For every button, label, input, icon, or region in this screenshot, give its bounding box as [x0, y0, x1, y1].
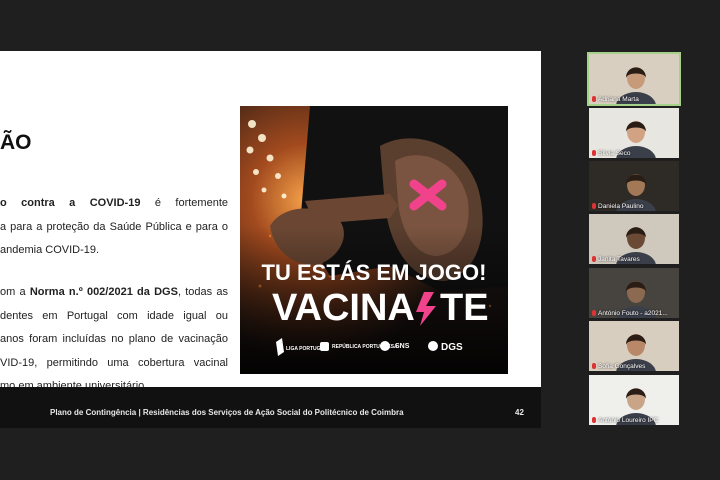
- mic-muted-icon: [592, 256, 596, 262]
- participant-video-tile[interactable]: Adriana Marta: [587, 52, 681, 106]
- slide-footer: Plano de Contingência | Residências dos …: [0, 387, 541, 428]
- participant-name: António Fouto - a2021...: [598, 310, 668, 317]
- participant-name: Janita Tavares: [598, 256, 640, 263]
- participant-video-tile[interactable]: Sílvia Seco: [589, 108, 679, 158]
- poster-headline-line3: TE: [440, 287, 489, 329]
- paragraph-1: o contra a COVID-19 é fortemente a para …: [0, 197, 228, 256]
- participant-video-tile[interactable]: Janita Tavares: [589, 214, 679, 264]
- mic-muted-icon: [592, 363, 596, 369]
- participant-name: Daniela Paulino: [598, 203, 644, 210]
- poster-headline-line2: VACINA: [272, 287, 415, 329]
- republica-logo-icon: [320, 342, 329, 351]
- paragraph-2: om a Norma n.º 002/2021 da DGS, todas as…: [0, 286, 228, 392]
- slide-title: ÃO: [0, 131, 32, 154]
- footer-text: Plano de Contingência | Residências dos …: [50, 408, 404, 417]
- mic-muted-icon: [592, 310, 596, 316]
- poster-artwork: TU ESTÁS EM JOGO! VACINA TE LIGA PORTUGA…: [240, 106, 508, 374]
- highlight-text: o contra a COVID-19: [0, 197, 141, 209]
- participant-name: Sofia Gonçalves: [598, 363, 646, 370]
- mic-muted-icon: [592, 203, 596, 209]
- sns-logo-icon: [380, 341, 390, 351]
- participant-video-tile[interactable]: Sofia Gonçalves: [589, 321, 679, 371]
- participant-video-tile[interactable]: António Fouto - a2021...: [589, 268, 679, 318]
- mic-muted-icon: [592, 417, 596, 423]
- logo-sns: SNS: [395, 343, 410, 350]
- logo-dgs: DGS: [441, 342, 463, 353]
- vaccination-poster-image: TU ESTÁS EM JOGO! VACINA TE LIGA PORTUGA…: [240, 106, 508, 374]
- mic-muted-icon: [592, 96, 596, 102]
- dgs-logo-icon: [428, 341, 438, 351]
- poster-headline-line1: TU ESTÁS EM JOGO!: [262, 260, 487, 285]
- participant-name: Adriana Marta: [598, 96, 639, 103]
- participant-video-tile[interactable]: Daniela Paulino: [589, 161, 679, 211]
- norma-reference: Norma n.º 002/2021 da DGS: [29, 286, 178, 298]
- page-number: 42: [515, 408, 524, 417]
- mic-muted-icon: [592, 150, 596, 156]
- participant-name: António Loureiro IPC: [598, 417, 659, 424]
- participant-name: Sílvia Seco: [598, 150, 631, 157]
- participant-video-tile[interactable]: António Loureiro IPC: [589, 375, 679, 425]
